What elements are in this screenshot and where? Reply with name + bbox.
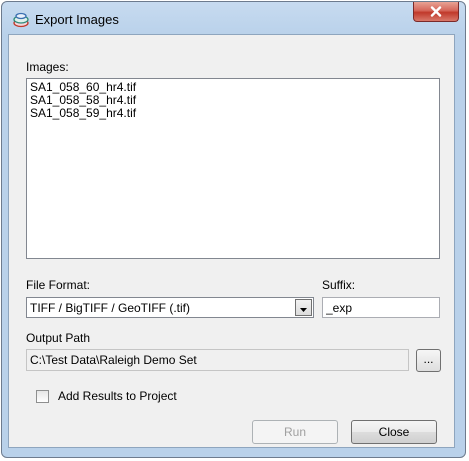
stacked-layers-icon <box>12 11 30 29</box>
images-label: Images: <box>26 60 69 74</box>
suffix-field[interactable] <box>322 297 440 318</box>
add-results-checkbox[interactable] <box>36 390 49 403</box>
output-path-field[interactable]: C:\Test Data\Raleigh Demo Set <box>26 349 409 371</box>
file-format-label: File Format: <box>26 278 91 292</box>
window-close-button[interactable] <box>413 2 459 22</box>
suffix-label: Suffix: <box>322 278 356 292</box>
close-icon <box>430 6 442 17</box>
dropdown-arrow-button[interactable] <box>295 299 312 316</box>
file-format-selected: TIFF / BigTIFF / GeoTIFF (.tif) <box>30 301 190 315</box>
images-listbox[interactable]: SA1_058_60_hr4.tif SA1_058_58_hr4.tif SA… <box>26 78 440 259</box>
browse-button[interactable]: ... <box>416 349 441 372</box>
add-results-label[interactable]: Add Results to Project <box>58 389 177 403</box>
output-path-label: Output Path <box>26 331 91 345</box>
run-button[interactable]: Run <box>252 420 338 444</box>
suffix-input[interactable] <box>326 301 436 315</box>
window-title: Export Images <box>35 12 119 27</box>
output-path-value: C:\Test Data\Raleigh Demo Set <box>30 353 197 367</box>
title-bar[interactable]: Export Images <box>2 2 465 36</box>
chevron-down-icon <box>300 301 307 315</box>
list-item[interactable]: SA1_058_59_hr4.tif <box>30 107 439 120</box>
close-button[interactable]: Close <box>351 420 437 444</box>
file-format-dropdown[interactable]: TIFF / BigTIFF / GeoTIFF (.tif) <box>26 297 314 318</box>
